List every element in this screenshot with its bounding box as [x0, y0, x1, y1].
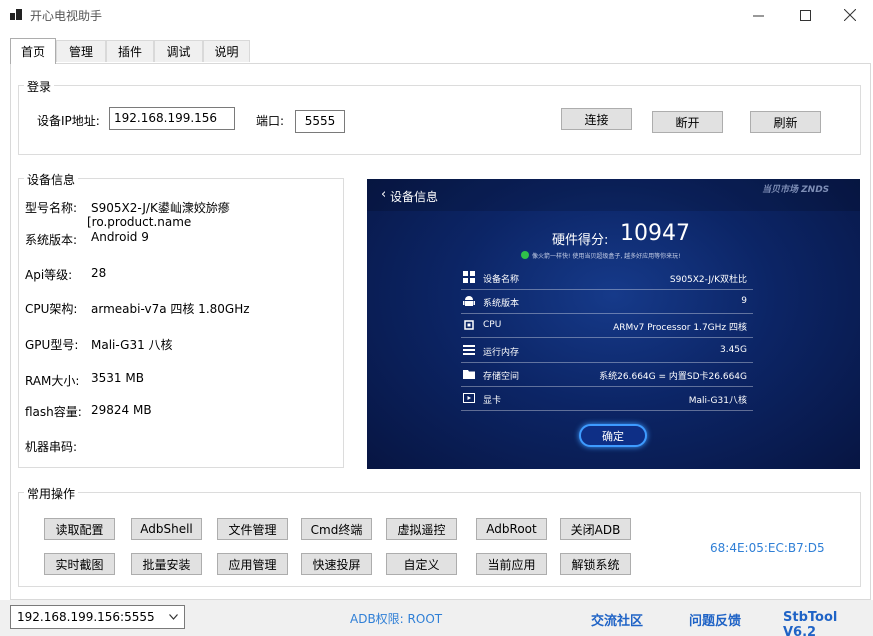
tv-row-value: S905X2-J/K双杜比	[669, 275, 747, 285]
tab-home[interactable]: 首页	[10, 38, 56, 64]
custom-button[interactable]: 自定义	[386, 553, 457, 575]
android-icon	[463, 296, 475, 306]
tv-row-key: 运行内存	[483, 348, 520, 358]
tv-row: CPU ARMv7 Processor 1.7GHz 四核	[461, 314, 753, 338]
tv-row-key: 显卡	[483, 396, 502, 406]
flash-value: 29824 MB	[91, 403, 152, 417]
mac-address: 68:4E:05:EC:B7:D5	[710, 541, 825, 555]
tv-back-icon: ‹	[381, 187, 387, 202]
tv-ok-button: 确定	[579, 424, 647, 447]
close-adb-button[interactable]: 关闭ADB	[560, 518, 631, 540]
tv-row-key: CPU	[483, 320, 502, 330]
app-manager-button[interactable]: 应用管理	[217, 553, 288, 575]
ram-label: RAM大小:	[25, 374, 80, 388]
refresh-button[interactable]: 刷新	[750, 111, 821, 133]
chevron-down-icon	[169, 614, 178, 620]
version-link[interactable]: StbTool V6.2	[783, 610, 873, 636]
tv-header: 设备信息	[390, 190, 439, 204]
current-app-button[interactable]: 当前应用	[476, 553, 547, 575]
tab-help[interactable]: 说明	[203, 40, 250, 62]
overlap-text: [ro.product.name	[87, 215, 192, 229]
tv-brand-logo: 当贝市场 ZNDS	[762, 185, 830, 195]
feedback-link[interactable]: 问题反馈	[689, 610, 741, 629]
close-icon[interactable]	[827, 0, 873, 30]
ram-value: 3531 MB	[91, 371, 144, 385]
tv-row-value: Mali-G31八核	[688, 396, 747, 406]
memory-icon	[463, 345, 475, 355]
api-level-label: Api等级:	[25, 268, 73, 282]
tv-row: 设备名称 S905X2-J/K双杜比	[461, 266, 753, 290]
community-link[interactable]: 交流社区	[591, 610, 643, 629]
serial-label: 机器串码:	[25, 440, 78, 454]
flash-label: flash容量:	[25, 405, 82, 419]
gpu-label: GPU型号:	[25, 338, 79, 352]
model-label: 型号名称:	[25, 201, 78, 215]
tv-score-value: 10947	[620, 221, 690, 246]
ip-input[interactable]: 192.168.199.156	[109, 107, 235, 130]
tab-plugins[interactable]: 插件	[106, 40, 154, 62]
tv-score-label: 硬件得分:	[552, 233, 609, 248]
tv-row: 显卡 Mali-G31八核	[461, 387, 753, 411]
tv-row-key: 存储空间	[483, 372, 520, 382]
adbshell-button[interactable]: AdbShell	[131, 518, 202, 540]
login-group-title: 登录	[24, 78, 55, 95]
cmd-terminal-button[interactable]: Cmd终端	[301, 518, 372, 540]
cpu-arch-label: CPU架构:	[25, 302, 78, 316]
minimize-icon[interactable]	[735, 0, 781, 30]
model-value: S905X2-J/K鍙屾潨姣旀瘮	[91, 201, 230, 215]
tv-row: 运行内存 3.45G	[461, 339, 753, 363]
port-label: 端口:	[256, 114, 285, 128]
gpu-value: Mali-G31 八核	[91, 338, 173, 352]
connect-button[interactable]: 连接	[561, 108, 632, 130]
tv-row: 存储空间 系统26.664G = 内置SD卡26.664G	[461, 363, 753, 387]
maximize-icon[interactable]	[782, 0, 828, 30]
common-ops-title: 常用操作	[24, 485, 79, 502]
folder-icon	[463, 370, 475, 379]
file-manager-button[interactable]: 文件管理	[217, 518, 288, 540]
tv-row-value: 系统26.664G = 内置SD卡26.664G	[599, 372, 747, 382]
tv-row-value: 9	[741, 296, 747, 306]
tv-row-value: 3.45G	[719, 345, 747, 355]
tv-row: 系统版本 9	[461, 290, 753, 314]
grid-icon	[463, 271, 475, 283]
unlock-system-button[interactable]: 解锁系统	[560, 553, 631, 575]
title-bar: 开心电视助手	[0, 0, 873, 30]
display-icon	[463, 393, 475, 403]
api-level-value: 28	[91, 266, 107, 280]
quick-cast-button[interactable]: 快速投屏	[301, 553, 372, 575]
batch-install-button[interactable]: 批量安装	[131, 553, 202, 575]
system-version-value: Android 9	[91, 230, 149, 244]
adb-permission: ADB权限: ROOT	[350, 612, 443, 626]
cpu-arch-value: armeabi-v7a 四核 1.80GHz	[91, 302, 250, 316]
adbroot-button[interactable]: AdbRoot	[476, 518, 547, 540]
read-config-button[interactable]: 读取配置	[44, 518, 115, 540]
tv-screenshot: ‹ 设备信息 当贝市场 ZNDS 硬件得分: 10947 像火箭一样快! 使用当…	[367, 179, 860, 469]
tab-debug[interactable]: 调试	[154, 40, 203, 62]
tv-row-key: 设备名称	[483, 275, 520, 285]
port-input[interactable]: 5555	[295, 110, 345, 133]
disconnect-button[interactable]: 断开	[652, 111, 723, 133]
virtual-remote-button[interactable]: 虚拟遥控	[386, 518, 457, 540]
cpu-icon	[464, 320, 474, 330]
screenshot-button[interactable]: 实时截图	[44, 553, 115, 575]
app-icon	[10, 8, 24, 22]
tv-row-value: ARMv7 Processor 1.7GHz 四核	[613, 323, 747, 333]
device-info-title: 设备信息	[24, 171, 79, 188]
check-icon	[521, 251, 529, 259]
window-title: 开心电视助手	[30, 9, 103, 23]
tab-manage[interactable]: 管理	[56, 40, 106, 62]
tv-notice: 像火箭一样快! 使用当贝超级盒子, 越多好应用等你来玩!	[532, 253, 681, 260]
system-version-label: 系统版本:	[25, 233, 78, 247]
device-select-value: 192.168.199.156:5555	[17, 610, 155, 624]
ip-label: 设备IP地址:	[37, 114, 100, 128]
device-select[interactable]: 192.168.199.156:5555	[10, 605, 185, 629]
tv-row-key: 系统版本	[483, 299, 520, 309]
